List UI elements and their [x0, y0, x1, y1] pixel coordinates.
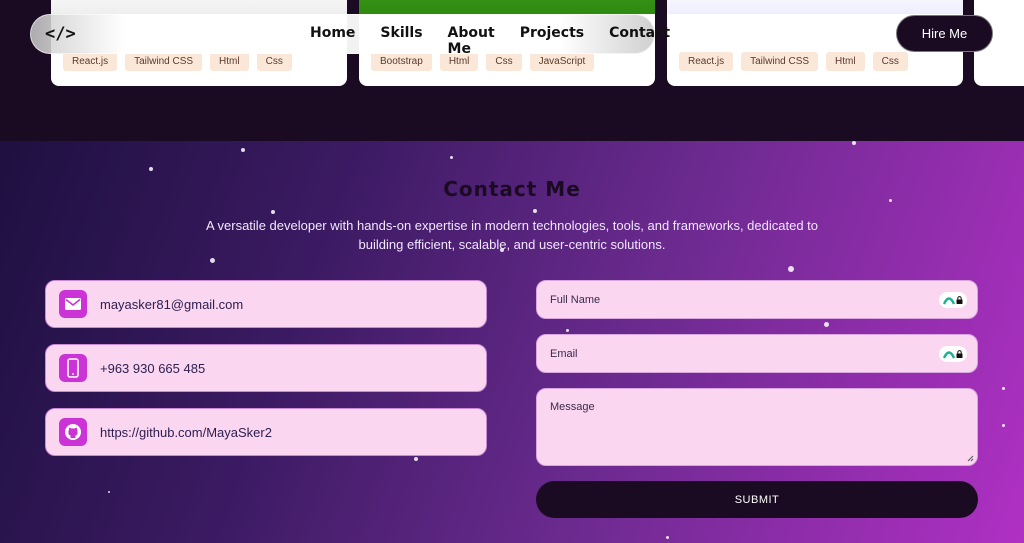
phone-icon: [59, 354, 87, 382]
particle: [210, 258, 215, 263]
full-name-placeholder: Full Name: [550, 294, 601, 306]
project-thumbnail: [359, 0, 655, 14]
nav-link-about[interactable]: About Me: [448, 25, 495, 57]
full-name-input[interactable]: Full Name: [536, 280, 978, 319]
particle: [1002, 387, 1005, 390]
nav-link-projects[interactable]: Projects: [520, 25, 584, 57]
contact-section: Contact Me A versatile developer with ha…: [0, 141, 1024, 543]
project-tags: React.js Tailwind CSS Html Css: [63, 52, 292, 71]
tag: Tailwind CSS: [125, 52, 203, 71]
password-manager-icon[interactable]: [939, 292, 967, 308]
particle: [566, 329, 569, 332]
project-thumbnail: [667, 0, 963, 14]
particle: [108, 491, 110, 493]
particle: [824, 322, 829, 327]
password-manager-icon[interactable]: [939, 346, 967, 362]
tag: React.js: [679, 52, 734, 71]
resize-handle-icon[interactable]: [966, 454, 974, 462]
particle: [666, 536, 669, 539]
contact-description: A versatile developer with hands-on expe…: [205, 218, 819, 252]
tag: Css: [256, 52, 292, 71]
particle: [271, 210, 275, 214]
particle: [241, 148, 245, 152]
phone-number: +963 930 665 485: [100, 360, 206, 376]
particle: [450, 156, 453, 159]
github-icon: [59, 418, 87, 446]
project-thumbnail: [51, 0, 347, 14]
contact-phone[interactable]: +963 930 665 485: [45, 344, 487, 392]
email-address: mayasker81@gmail.com: [100, 296, 244, 312]
particle: [1002, 424, 1005, 427]
message-textarea[interactable]: Message: [536, 388, 978, 466]
email-input[interactable]: Email: [536, 334, 978, 373]
particle: [414, 457, 418, 461]
particle: [852, 141, 856, 145]
hire-me-button[interactable]: Hire Me: [896, 15, 993, 52]
nav-link-contact[interactable]: Contact: [609, 25, 670, 57]
nav-link-home[interactable]: Home: [310, 25, 355, 57]
nav-links: Home Skills About Me Projects Contact: [310, 25, 670, 57]
message-placeholder: Message: [550, 401, 595, 413]
particle: [149, 167, 153, 171]
contact-github[interactable]: https://github.com/MayaSker2: [45, 408, 487, 456]
tag: Tailwind CSS: [741, 52, 819, 71]
nav-link-skills[interactable]: Skills: [380, 25, 422, 57]
particle: [788, 266, 794, 272]
tag: Css: [872, 52, 908, 71]
code-logo-icon[interactable]: </>: [45, 24, 76, 44]
particle: [533, 209, 537, 213]
navbar: </> Home Skills About Me Projects Contac…: [30, 14, 670, 57]
tag: Html: [210, 52, 249, 71]
project-tags: React.js Tailwind CSS Html Css: [679, 52, 908, 71]
email-placeholder: Email: [550, 348, 578, 360]
contact-email[interactable]: mayasker81@gmail.com: [45, 280, 487, 328]
contact-title: Contact Me: [443, 177, 581, 201]
tag: React.js: [63, 52, 118, 71]
mail-icon: [59, 290, 87, 318]
tag: Html: [826, 52, 865, 71]
github-url: https://github.com/MayaSker2: [100, 424, 272, 440]
submit-button[interactable]: SUBMIT: [536, 481, 978, 518]
